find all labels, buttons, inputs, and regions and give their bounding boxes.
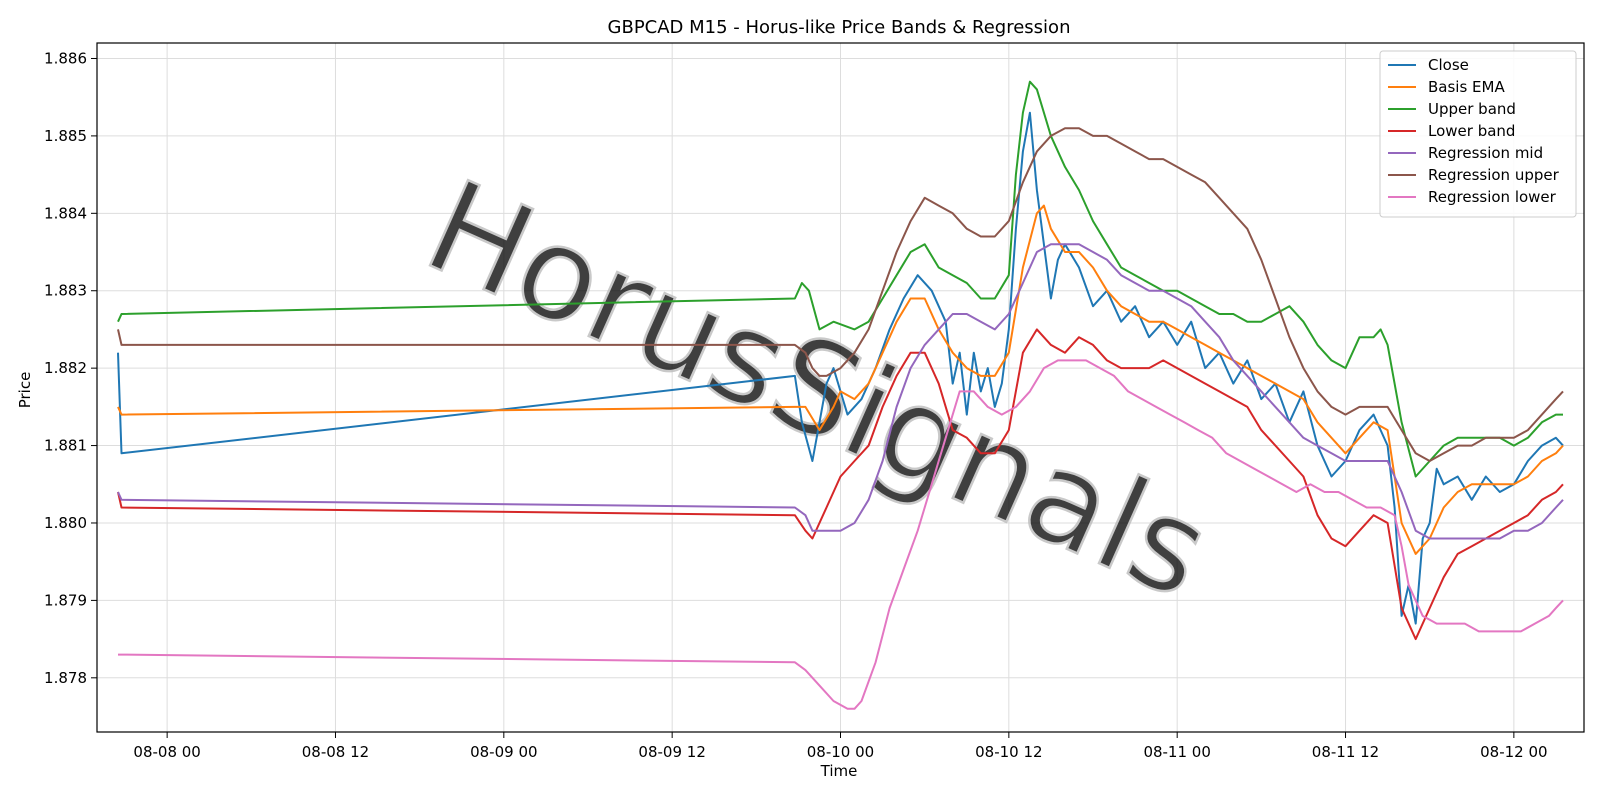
x-tick-label: 08-08 12: [302, 743, 369, 761]
y-tick-label: 1.884: [44, 204, 87, 222]
y-axis-label: Price: [16, 372, 34, 409]
legend-label: Regression lower: [1428, 188, 1557, 206]
chart-container: HorusSignals 08-08 00 08-08 12 08-09 00 08-…: [0, 0, 1600, 800]
legend-label: Lower band: [1428, 122, 1515, 140]
legend-label: Upper band: [1428, 100, 1516, 118]
legend-label: Basis EMA: [1428, 78, 1505, 96]
x-tick-label: 08-08 00: [133, 743, 200, 761]
y-tick-label: 1.882: [44, 359, 87, 377]
x-axis-label: Time: [820, 762, 858, 780]
x-tick-label: 08-10 12: [975, 743, 1042, 761]
x-tick-label: 08-11 00: [1143, 743, 1210, 761]
x-tick-label: 08-09 00: [470, 743, 537, 761]
legend-label: Regression mid: [1428, 144, 1543, 162]
chart-title: GBPCAD M15 - Horus-like Price Bands & Re…: [608, 17, 1071, 38]
x-tick-label: 08-12 00: [1480, 743, 1547, 761]
y-tick-label: 1.878: [44, 669, 87, 687]
y-tick-label: 1.879: [44, 591, 87, 609]
legend: Close Basis EMA Upper band Lower band Regres…: [1379, 50, 1577, 218]
x-tick-label: 08-09 12: [638, 743, 705, 761]
y-tick-label: 1.885: [44, 127, 87, 145]
x-tick-label: 08-10 00: [807, 743, 874, 761]
legend-label: Regression upper: [1428, 166, 1560, 184]
legend-label: Close: [1428, 56, 1469, 74]
y-tick-label: 1.880: [44, 514, 87, 532]
x-tick-label: 08-11 12: [1312, 743, 1379, 761]
y-tick-label: 1.886: [44, 49, 87, 67]
y-tick-label: 1.881: [44, 437, 87, 455]
y-tick-label: 1.883: [44, 282, 87, 300]
price-chart: HorusSignals 08-08 00 08-08 12 08-09 00 08-…: [0, 0, 1600, 800]
